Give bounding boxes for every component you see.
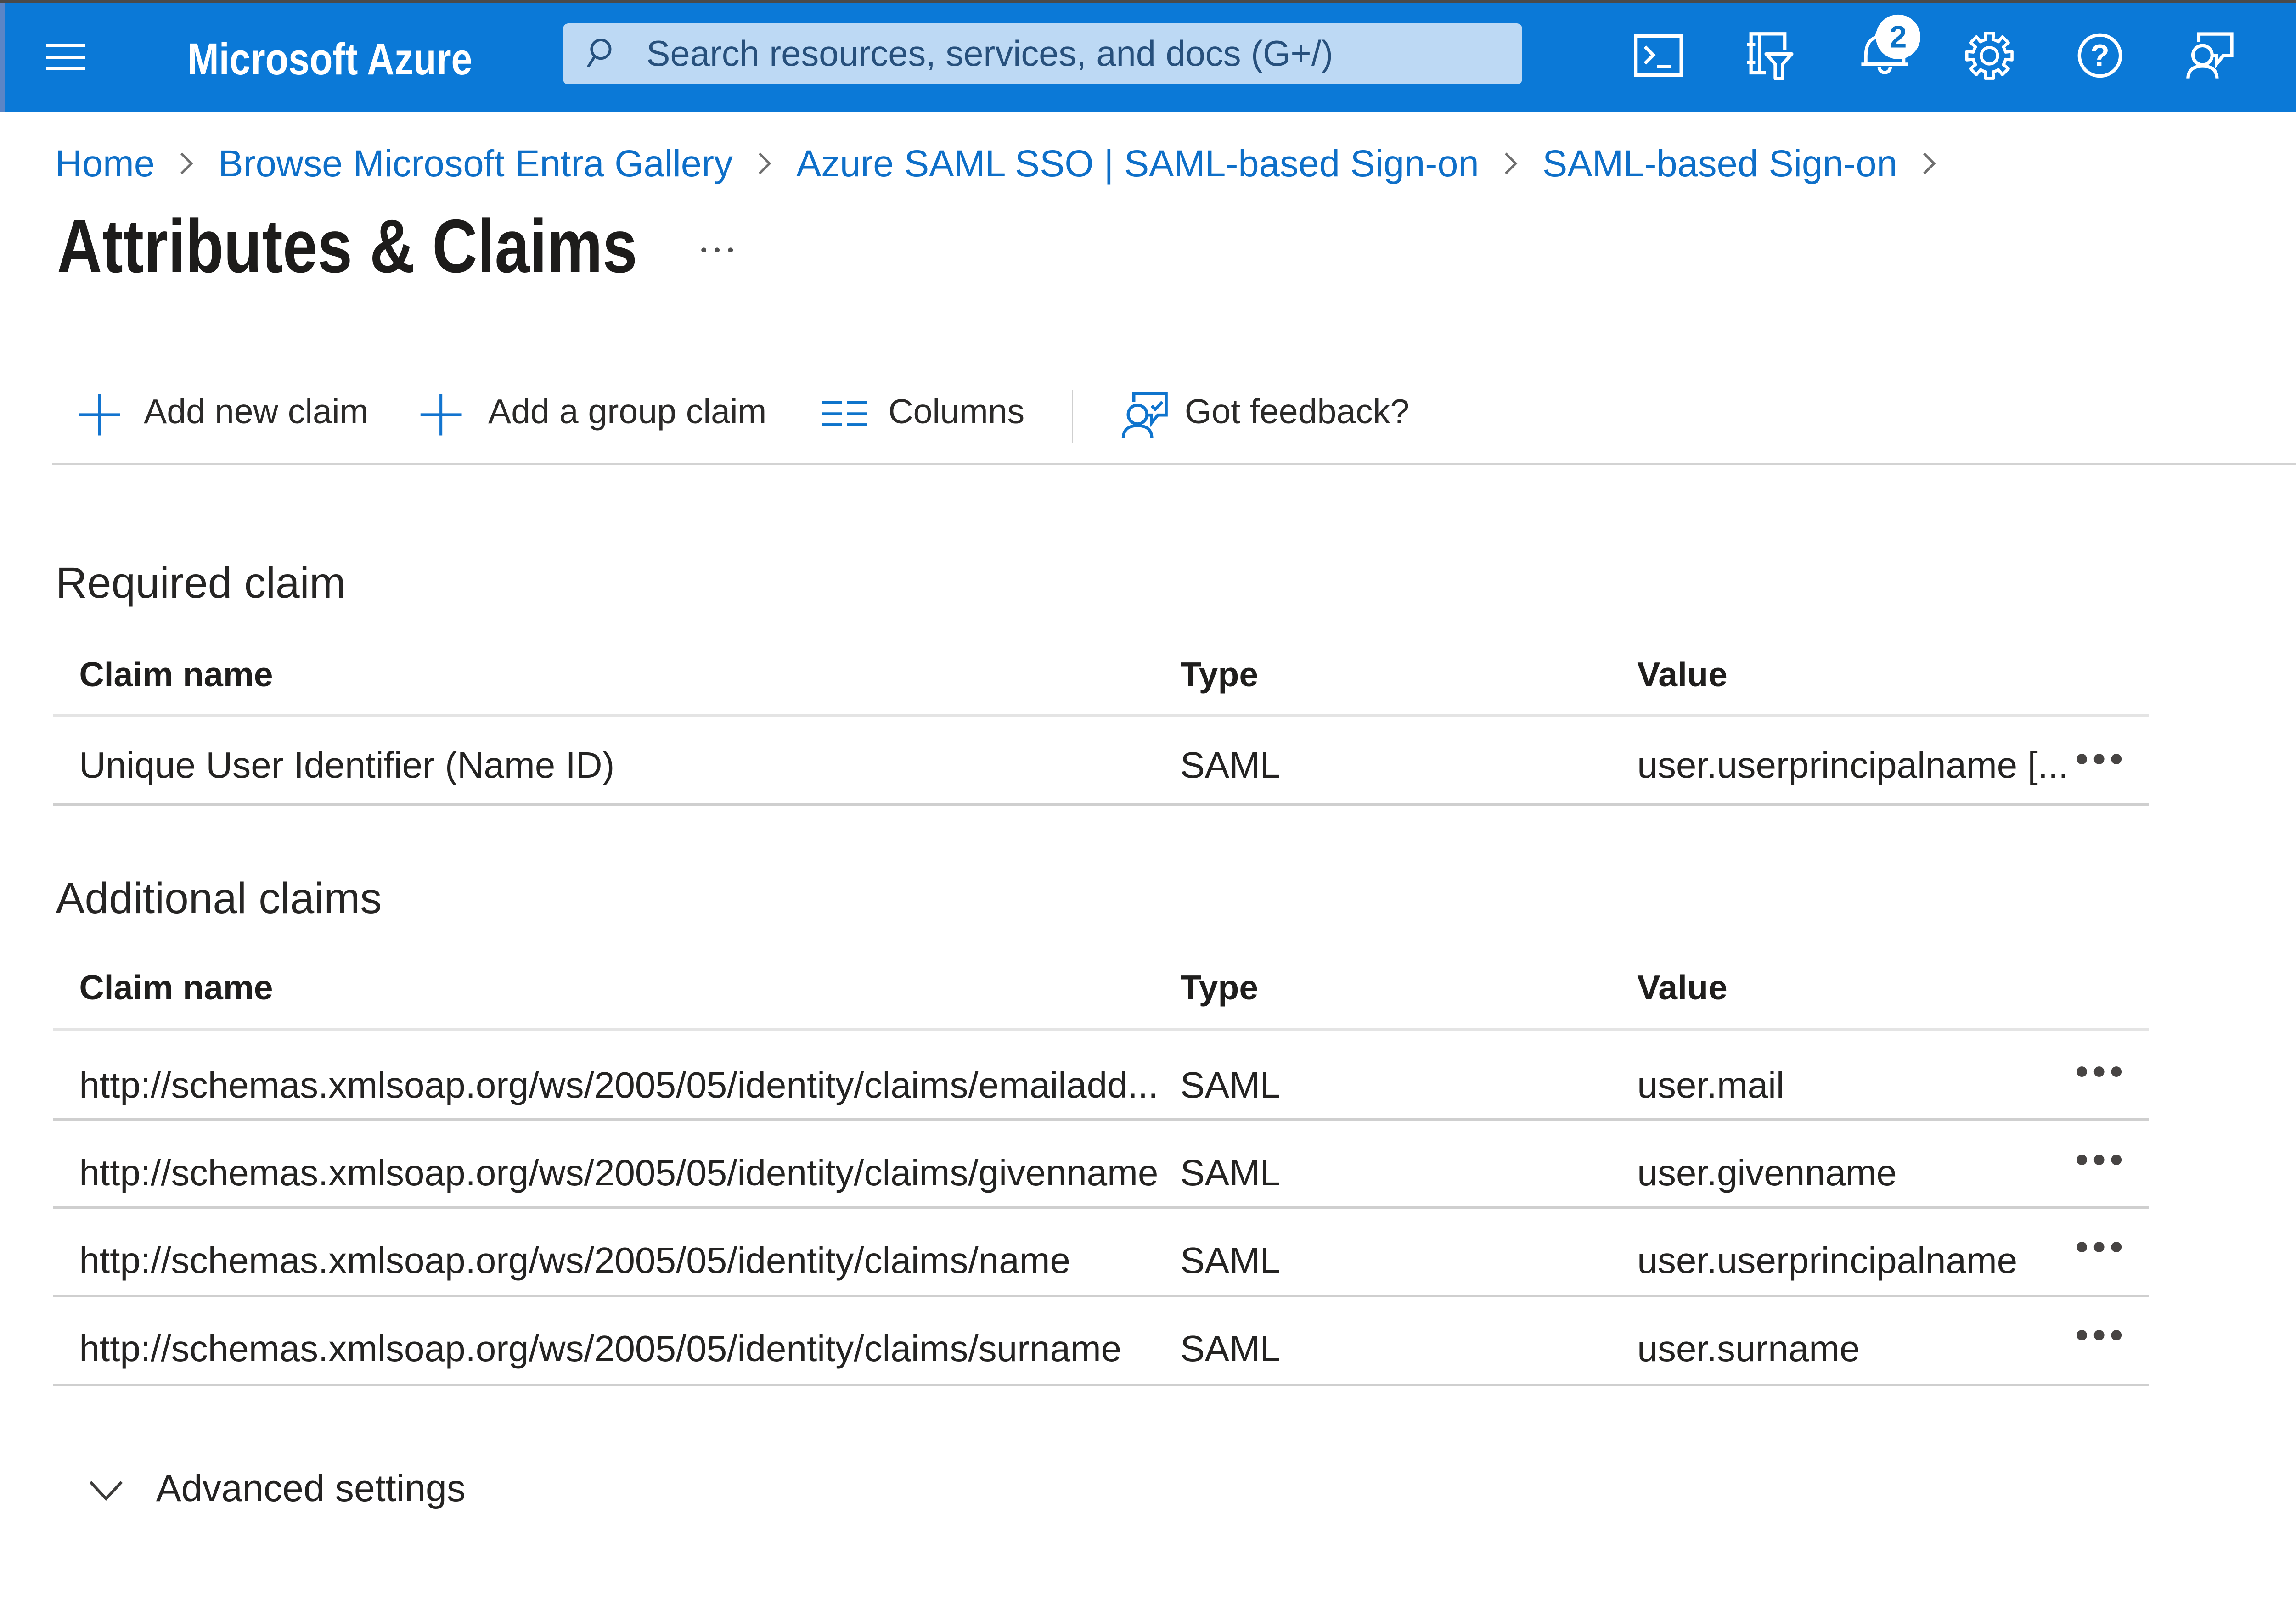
svg-text:?: ? xyxy=(2090,38,2110,73)
svg-text:2: 2 xyxy=(1889,19,1907,54)
